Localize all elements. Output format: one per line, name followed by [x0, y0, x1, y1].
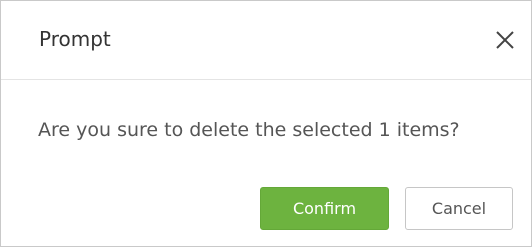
prompt-dialog: Prompt Are you sure to delete the select…	[0, 0, 532, 247]
dialog-header: Prompt	[1, 1, 531, 80]
dialog-title: Prompt	[39, 27, 111, 51]
dialog-message: Are you sure to delete the selected 1 it…	[38, 119, 460, 141]
close-icon-glyph	[496, 31, 514, 49]
confirm-button[interactable]: Confirm	[260, 187, 389, 230]
cancel-button[interactable]: Cancel	[405, 187, 513, 230]
close-icon[interactable]	[494, 29, 516, 51]
